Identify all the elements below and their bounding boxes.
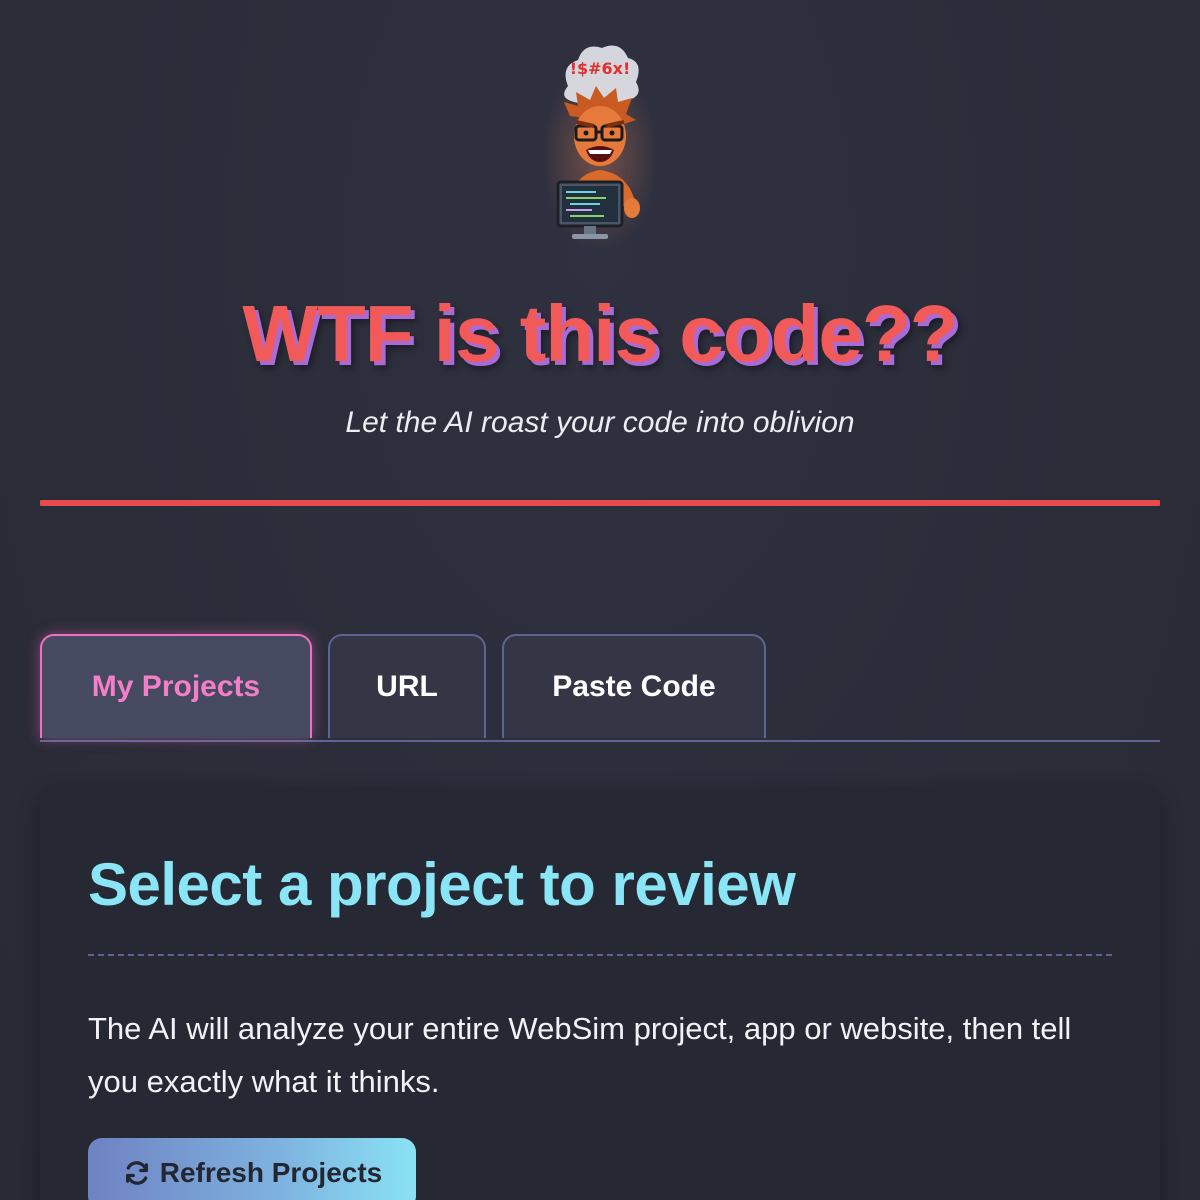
svg-text:!$#6x!: !$#6x! bbox=[570, 59, 631, 78]
tab-url[interactable]: URL bbox=[328, 634, 486, 738]
panel-divider bbox=[88, 954, 1112, 956]
project-panel: Select a project to review The AI will a… bbox=[40, 788, 1160, 1200]
tab-my-projects[interactable]: My Projects bbox=[40, 634, 312, 738]
refresh-projects-button[interactable]: Refresh Projects bbox=[88, 1138, 416, 1200]
refresh-button-label: Refresh Projects bbox=[159, 1157, 383, 1188]
panel-title: Select a project to review bbox=[88, 851, 796, 918]
tab-paste-code[interactable]: Paste Code bbox=[502, 634, 766, 738]
tab-bar: My Projects URL Paste Code bbox=[40, 634, 1160, 742]
page: !$#6x! WTF is this code?? Let the AI roa… bbox=[0, 0, 1200, 1200]
panel-description: The AI will analyze your entire WebSim p… bbox=[88, 1011, 1072, 1099]
refresh-icon bbox=[125, 1161, 148, 1185]
angry-programmer-mascot-icon: !$#6x! bbox=[542, 45, 658, 246]
page-subtitle: Let the AI roast your code into oblivion bbox=[345, 406, 855, 439]
header-divider bbox=[40, 500, 1160, 506]
page-title: WTF is this code?? bbox=[242, 289, 958, 378]
